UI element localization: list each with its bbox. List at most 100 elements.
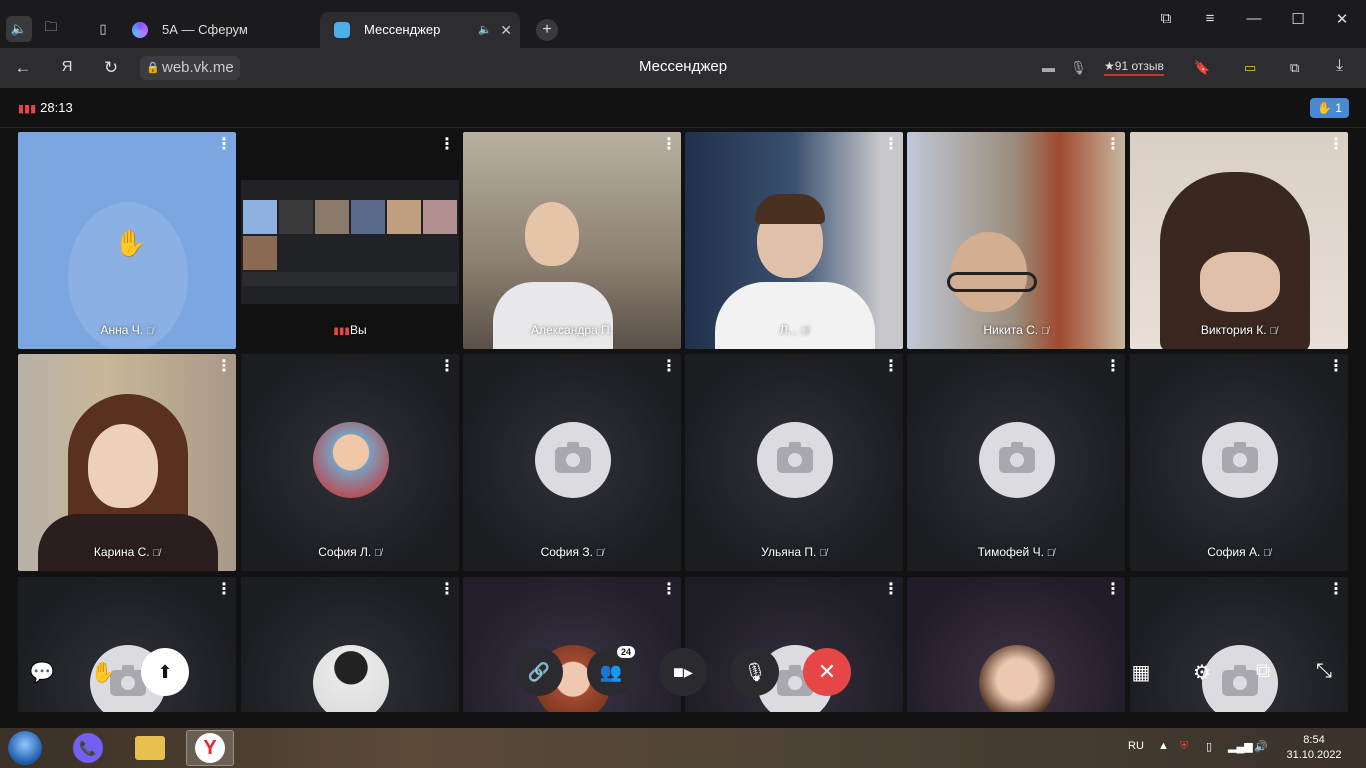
more-options-icon[interactable]: ⋮: [1105, 137, 1121, 153]
camera-permission-icon[interactable]: ▬: [1042, 60, 1055, 75]
participant-name: София А. 🎙̸: [1207, 545, 1271, 559]
yandex-browser-app[interactable]: Y: [186, 730, 234, 766]
bookmark-icon[interactable]: 🔖: [1194, 60, 1210, 76]
maximize-icon[interactable]: ☐: [1288, 10, 1308, 28]
tab-sferum[interactable]: 5А — Сферум: [118, 12, 318, 48]
more-options-icon[interactable]: ⋮: [661, 137, 677, 153]
more-options-icon[interactable]: ⋮: [883, 137, 899, 153]
participant-tile[interactable]: ⋮ Тимофей Ч. 🎙̸: [907, 354, 1125, 571]
battery-tray-icon[interactable]: ▯: [1206, 740, 1212, 753]
participant-tile[interactable]: ⋮ Карина С. 🎙̸: [18, 354, 236, 571]
layout-icon[interactable]: ▦: [1128, 660, 1154, 685]
download-icon[interactable]: ⤓: [1336, 57, 1343, 75]
speaker-icon[interactable]: 🔈: [6, 16, 32, 42]
folder-icon: [135, 736, 165, 760]
minimize-icon[interactable]: —: [1244, 10, 1264, 27]
tab-messenger[interactable]: Мессенджер 🔈 ✕: [320, 12, 520, 48]
close-tab-icon[interactable]: ✕: [500, 12, 512, 48]
participant-tile-self[interactable]: ⋮ ▮▮▮Вы: [241, 132, 459, 349]
reviews-label: 91 отзыв: [1114, 59, 1164, 73]
viber-app[interactable]: 📞: [64, 730, 112, 766]
participant-tile[interactable]: ⋮: [685, 577, 903, 712]
page-icon[interactable]: ▯: [90, 16, 116, 42]
camera-icon: [555, 442, 591, 473]
participant-name: Тимофей Ч. 🎙̸: [977, 545, 1055, 559]
folder-add-icon[interactable]: 🗀: [38, 16, 64, 42]
more-options-icon[interactable]: ⋮: [1105, 359, 1121, 375]
language-indicator[interactable]: RU: [1128, 740, 1144, 752]
participant-tile[interactable]: ⋮: [463, 577, 681, 712]
end-call-button[interactable]: ✕: [803, 648, 851, 696]
sidebar-icon[interactable]: ⧉: [1290, 60, 1299, 76]
close-window-icon[interactable]: ✕: [1332, 10, 1352, 28]
participants-button[interactable]: 👥 24: [587, 646, 635, 696]
settings-gear-icon[interactable]: ⚙: [1189, 660, 1215, 685]
explorer-app[interactable]: [126, 730, 174, 766]
participant-tile[interactable]: ⋮ Никита С. 🎙̸: [907, 132, 1125, 349]
camera-icon: [1222, 442, 1258, 473]
participant-tile[interactable]: ⋮ София З. 🎙̸: [463, 354, 681, 571]
more-options-icon[interactable]: ⋮: [1105, 582, 1121, 598]
participant-tile[interactable]: ✋ ⋮ Анна Ч. 🎙̸: [18, 132, 236, 349]
more-options-icon[interactable]: ⋮: [216, 359, 232, 375]
participant-tile[interactable]: ⋮: [241, 577, 459, 712]
camera-toggle-button[interactable]: ■▸: [659, 648, 707, 696]
participant-name: Ульяна П. 🎙̸: [761, 545, 827, 559]
more-options-icon[interactable]: ⋮: [439, 137, 455, 153]
chat-icon[interactable]: 💬: [29, 660, 55, 685]
more-options-icon[interactable]: ⋮: [216, 137, 232, 153]
mic-muted-icon: 🎙̸: [819, 548, 827, 559]
more-options-icon[interactable]: ⋮: [883, 582, 899, 598]
mic-muted-icon: 🎙̸: [1263, 548, 1271, 559]
collections-icon[interactable]: ⧉: [1156, 10, 1176, 27]
exit-fullscreen-icon[interactable]: ⤡: [1311, 660, 1337, 683]
participant-tile[interactable]: ⋮ Александра П.: [463, 132, 681, 349]
raise-hand-icon[interactable]: ✋: [90, 660, 116, 685]
browser-tab-bar: 🔈 🗀 ▯ 5А — Сферум Мессенджер 🔈 ✕ + ⧉ ≡ —…: [0, 0, 1366, 48]
participant-tile[interactable]: ⋮ Виктория К. 🎙̸: [1130, 132, 1348, 349]
participant-tile[interactable]: ⋮ София Л. 🎙̸: [241, 354, 459, 571]
picture-in-picture-icon[interactable]: ⧉: [1250, 660, 1276, 683]
system-clock[interactable]: 8:54 31.10.2022: [1284, 733, 1344, 763]
participant-tile[interactable]: ⋮ Ульяна П. 🎙̸: [685, 354, 903, 571]
participants-grid: ✋ ⋮ Анна Ч. 🎙̸ ⋮ ▮▮▮Вы ⋮ Александра П. ⋮ …: [0, 128, 1366, 712]
camera-icon: [777, 442, 813, 473]
participant-name: Никита С. 🎙̸: [983, 323, 1049, 337]
more-options-icon[interactable]: ⋮: [1328, 359, 1344, 375]
show-hidden-icons[interactable]: ▲: [1158, 740, 1169, 752]
menu-icon[interactable]: ≡: [1200, 10, 1220, 27]
copy-link-button[interactable]: 🔗: [515, 648, 563, 696]
more-options-icon[interactable]: ⋮: [1328, 137, 1344, 153]
more-options-icon[interactable]: ⋮: [1328, 582, 1344, 598]
participant-tile[interactable]: ⋮: [18, 577, 236, 712]
network-icon[interactable]: ▂▄▆: [1228, 740, 1253, 753]
camera-icon: [999, 442, 1035, 473]
participant-tile[interactable]: ⋮: [1130, 577, 1348, 712]
antivirus-icon[interactable]: ⛨: [1180, 740, 1188, 753]
participant-tile[interactable]: ⋮: [907, 577, 1125, 712]
tab-audio-icon[interactable]: 🔈: [478, 12, 492, 48]
start-button[interactable]: [8, 731, 42, 765]
battery-icon[interactable]: ▭: [1244, 60, 1256, 76]
more-options-icon[interactable]: ⋮: [883, 359, 899, 375]
participant-name: Анна Ч. 🎙̸: [100, 323, 154, 337]
more-options-icon[interactable]: ⋮: [661, 359, 677, 375]
participant-name: Александра П.: [530, 323, 613, 337]
more-options-icon[interactable]: ⋮: [439, 582, 455, 598]
reviews-link[interactable]: ★91 отзыв: [1104, 59, 1164, 76]
more-options-icon[interactable]: ⋮: [216, 582, 232, 598]
participant-tile[interactable]: ⋮ София А. 🎙̸: [1130, 354, 1348, 571]
participant-name: Виктория К. 🎙̸: [1200, 323, 1278, 337]
mic-toggle-button[interactable]: 🎙: [731, 648, 779, 696]
share-screen-button[interactable]: ⬆: [141, 648, 189, 696]
os-taskbar: 📞 Y RU ▲ ⛨ ▯ ▂▄▆ 🔊 8:54 31.10.2022: [0, 728, 1366, 768]
more-options-icon[interactable]: ⋮: [439, 359, 455, 375]
new-tab-button[interactable]: +: [536, 19, 558, 41]
participant-tile[interactable]: ⋮ Л... 🎙̸: [685, 132, 903, 349]
clock-time: 8:54: [1303, 734, 1325, 746]
volume-icon[interactable]: 🔊: [1254, 740, 1268, 753]
raised-hands-badge[interactable]: ✋ 1: [1310, 98, 1349, 118]
mic-permission-icon[interactable]: 🎙: [1070, 60, 1087, 76]
call-duration: 28:13: [40, 100, 73, 115]
more-options-icon[interactable]: ⋮: [661, 582, 677, 598]
